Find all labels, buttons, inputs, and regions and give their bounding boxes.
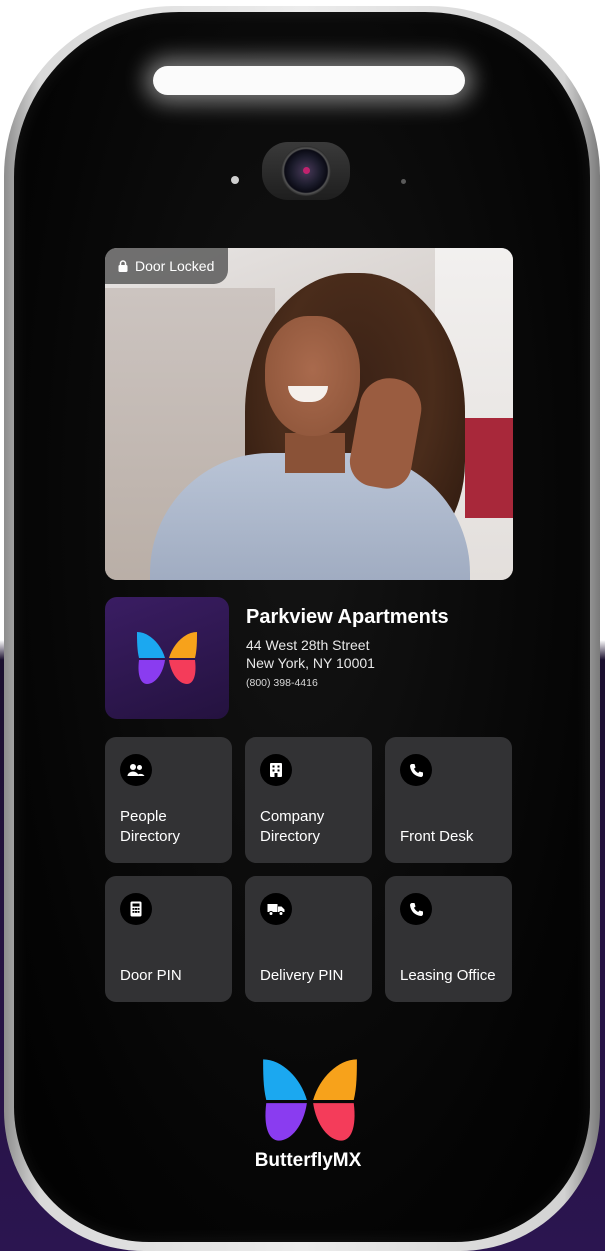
property-address-line2: New York, NY 10001 bbox=[246, 655, 375, 671]
video-person-neck bbox=[285, 433, 345, 473]
truck-icon bbox=[260, 893, 292, 925]
keypad-icon bbox=[120, 893, 152, 925]
door-pin-label: Door PIN bbox=[120, 967, 182, 984]
property-phone: (800) 398-4416 bbox=[246, 677, 318, 689]
people-icon bbox=[120, 754, 152, 786]
building-icon bbox=[260, 754, 292, 786]
delivery-pin-button[interactable]: Delivery PIN bbox=[245, 876, 372, 1002]
front-desk-label: Front Desk bbox=[400, 828, 474, 845]
butterfly-brand-icon bbox=[263, 1059, 357, 1141]
door-status-label: Door Locked bbox=[135, 258, 215, 274]
light-bar bbox=[153, 66, 465, 95]
butterfly-logo-icon bbox=[137, 632, 197, 684]
door-pin-button[interactable]: Door PIN bbox=[105, 876, 232, 1002]
door-status-badge: Door Locked bbox=[105, 248, 229, 284]
people-directory-button[interactable]: People Directory bbox=[105, 737, 232, 863]
sensor-right bbox=[401, 179, 406, 184]
property-name: Parkview Apartments bbox=[246, 606, 449, 628]
leasing-office-label: Leasing Office bbox=[400, 967, 496, 984]
video-feed bbox=[105, 248, 513, 580]
camera-indicator bbox=[303, 167, 310, 174]
property-logo-tile bbox=[105, 597, 229, 719]
company-directory-button[interactable]: Company Directory bbox=[245, 737, 372, 863]
video-person-face bbox=[265, 316, 360, 436]
phone-icon bbox=[400, 893, 432, 925]
delivery-pin-label: Delivery PIN bbox=[260, 967, 344, 984]
brand-logo bbox=[230, 1055, 390, 1145]
people-directory-label: People Directory bbox=[120, 808, 181, 845]
phone-icon bbox=[400, 754, 432, 786]
sensor-left bbox=[231, 176, 239, 184]
brand-name: ButterflyMX bbox=[254, 1150, 362, 1171]
property-address-line1: 44 West 28th Street bbox=[246, 637, 370, 653]
company-directory-label: Company Directory bbox=[260, 808, 325, 845]
lock-icon bbox=[118, 260, 128, 272]
leasing-office-button[interactable]: Leasing Office bbox=[385, 876, 512, 1002]
video-awning bbox=[465, 418, 513, 518]
front-desk-button[interactable]: Front Desk bbox=[385, 737, 512, 863]
